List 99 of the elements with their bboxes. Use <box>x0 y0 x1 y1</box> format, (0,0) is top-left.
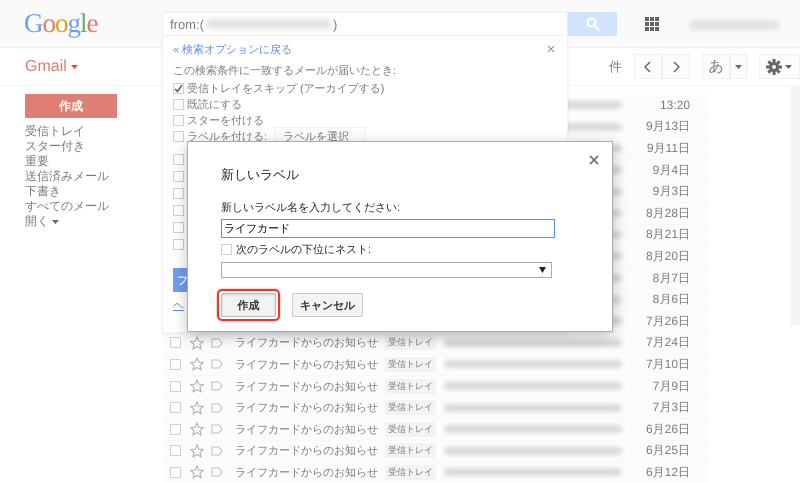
apps-grid-icon[interactable] <box>645 17 659 31</box>
folder-link[interactable]: スター付き <box>25 139 85 154</box>
message-count: 件 <box>608 58 622 76</box>
mail-date: 7月24日 <box>644 334 691 352</box>
folder-link[interactable]: 開く <box>25 214 59 229</box>
importance-marker-icon[interactable] <box>211 381 223 392</box>
row-checkbox[interactable] <box>170 337 181 348</box>
label-tag: 受信トレイ <box>385 335 436 350</box>
settings-button[interactable] <box>758 54 800 79</box>
sender-name: ライフカードからのお知らせ <box>235 422 379 437</box>
importance-marker-icon[interactable] <box>211 402 223 413</box>
input-tool-menu-button[interactable] <box>730 54 747 79</box>
close-icon[interactable] <box>589 155 599 165</box>
compose-button[interactable]: 作成 <box>25 94 117 118</box>
importance-marker-icon[interactable] <box>211 359 223 370</box>
row-checkbox[interactable] <box>170 424 181 435</box>
chevron-left-icon <box>644 60 652 72</box>
mail-date: 8月7日 <box>652 270 691 287</box>
star-icon[interactable] <box>190 400 204 415</box>
dropdown-arrow-icon <box>539 267 546 273</box>
mail-date: 7月10日 <box>644 356 691 373</box>
dialog-title: 新しいラベル <box>221 166 299 184</box>
parent-label-select[interactable] <box>221 262 552 278</box>
star-icon[interactable] <box>190 336 204 350</box>
mail-date: 7月26日 <box>644 312 691 330</box>
option-label: スターを付ける <box>187 114 264 128</box>
back-link[interactable]: « 検索オプションに戻る <box>173 42 292 56</box>
label-tag: 受信トレイ <box>385 378 436 394</box>
label-name-field[interactable]: ライフカード <box>221 219 555 238</box>
sender-name: ライフカードからのお知らせ <box>235 380 379 394</box>
sender-name: ライフカードからのお知らせ <box>235 336 379 350</box>
star-icon[interactable] <box>190 357 204 372</box>
previous-button[interactable] <box>634 54 662 79</box>
label-tag: 受信トレイ <box>385 443 436 458</box>
search-query: ) <box>332 16 338 32</box>
help-link[interactable]: ヘ <box>173 298 187 313</box>
label-tag: 受信トレイ <box>385 422 436 437</box>
folder-link[interactable]: 送信済みメール <box>25 169 109 184</box>
mail-date: 8月28日 <box>644 204 691 222</box>
label-tag: 受信トレイ <box>385 400 436 416</box>
star-icon[interactable] <box>190 422 204 436</box>
input-tool-button[interactable]: あ <box>702 54 730 79</box>
folder-link[interactable]: 下書き <box>25 184 61 199</box>
search-icon <box>586 17 600 31</box>
logo: Google <box>24 8 98 38</box>
chevron-right-icon <box>672 60 680 72</box>
mail-date: 9月4日 <box>652 162 691 179</box>
mail-date: 8月6日 <box>652 291 691 308</box>
star-icon[interactable] <box>190 444 204 458</box>
search-button[interactable] <box>568 12 617 36</box>
caret-icon <box>785 64 792 68</box>
importance-marker-icon[interactable] <box>211 446 223 456</box>
cancel-button[interactable]: キャンセル <box>292 293 363 317</box>
checkbox[interactable] <box>173 82 184 94</box>
row-checkbox[interactable] <box>170 466 181 478</box>
folder-link[interactable]: 重要 <box>25 154 49 169</box>
row-checkbox[interactable] <box>170 358 181 370</box>
importance-marker-icon[interactable] <box>211 424 223 434</box>
importance-marker-icon[interactable] <box>211 467 223 478</box>
mail-date: 6月26日 <box>644 420 691 438</box>
label-name-prompt: 新しいラベル名を入力してください: <box>221 200 400 215</box>
mail-date: 13:20 <box>658 98 691 112</box>
settings-icon <box>766 58 782 74</box>
app-menu[interactable]: Gmail <box>25 58 78 76</box>
star-icon[interactable] <box>190 465 204 480</box>
sender-name: ライフカードからのお知らせ <box>235 401 379 416</box>
caret-icon <box>52 220 59 224</box>
sender-name: ライフカードからのお知らせ <box>235 444 379 458</box>
close-icon[interactable] <box>547 45 555 53</box>
search-field[interactable]: from:( ) <box>162 12 568 36</box>
star-icon[interactable] <box>190 379 204 394</box>
mail-date: 8月21日 <box>644 226 691 244</box>
sender-name: ライフカードからのお知らせ <box>235 358 379 372</box>
caret-icon <box>70 64 78 68</box>
caret-icon <box>734 64 742 68</box>
row-checkbox[interactable] <box>170 402 181 414</box>
filter-heading: この検索条件に一致するメールが届いたとき: <box>173 64 398 79</box>
next-button[interactable] <box>662 54 690 79</box>
row-checkbox[interactable] <box>170 445 181 456</box>
create-button[interactable]: 作成 <box>221 293 276 317</box>
search-query: from:( <box>170 16 204 32</box>
importance-marker-icon[interactable] <box>211 338 223 348</box>
label-tag: 受信トレイ <box>385 356 436 372</box>
mail-date: 8月20日 <box>644 248 691 265</box>
option-label: 受信トレイをスキップ (アーカイブする) <box>187 82 384 96</box>
option-label: 既読にする <box>187 98 242 112</box>
row-checkbox[interactable] <box>170 380 181 392</box>
mail-date: 9月13日 <box>644 118 691 136</box>
mail-date: 9月11日 <box>646 140 691 157</box>
mail-date: 6月25日 <box>644 442 691 460</box>
folder-link[interactable]: すべてのメール <box>25 199 109 214</box>
mail-date: 6月12日 <box>644 464 691 481</box>
sender-name: ライフカードからのお知らせ <box>235 466 379 480</box>
mail-date: 7月3日 <box>652 399 691 416</box>
mail-date: 9月3日 <box>652 183 691 200</box>
folder-link[interactable]: 受信トレイ <box>25 124 85 139</box>
nest-label: 次のラベルの下位にネスト: <box>236 243 372 257</box>
mail-date: 7月9日 <box>652 378 691 395</box>
label-tag: 受信トレイ <box>385 464 436 480</box>
